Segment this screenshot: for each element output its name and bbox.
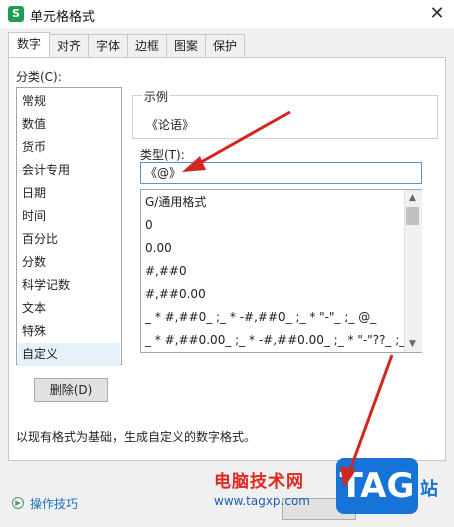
format-item[interactable]: 0.00 (145, 237, 172, 260)
tab-pattern[interactable]: 图案 (166, 34, 206, 57)
tab-alignment[interactable]: 对齐 (49, 34, 89, 57)
category-item-special[interactable]: 特殊 (18, 320, 120, 343)
close-icon[interactable]: ✕ (426, 3, 448, 25)
category-item-date[interactable]: 日期 (18, 182, 120, 205)
tag-logo: TAG (336, 458, 418, 514)
category-item-custom[interactable]: 自定义 (18, 343, 120, 366)
watermark-station: 站 (420, 479, 438, 500)
sample-value: 《论语》 (146, 118, 195, 132)
type-label: 类型(T): (140, 148, 185, 162)
format-item[interactable]: _ * #,##0_ ;_ * -#,##0_ ;_ * "-"_ ;_ @_ (145, 306, 376, 329)
category-list[interactable]: 常规 数值 货币 会计专用 日期 时间 百分比 分数 科学记数 文本 特殊 自定… (16, 87, 122, 366)
category-label: 分类(C): (16, 70, 62, 84)
category-item-text[interactable]: 文本 (18, 297, 120, 320)
category-item-scientific[interactable]: 科学记数 (18, 274, 120, 297)
category-item-currency[interactable]: 货币 (18, 136, 120, 159)
scroll-up-icon[interactable]: ▲ (404, 191, 421, 205)
format-item[interactable]: _ * #,##0.00_ ;_ * -#,##0.00_ ;_ * "-"??… (145, 329, 421, 352)
category-item-time[interactable]: 时间 (18, 205, 120, 228)
watermark-url: www.tagxp.com (214, 494, 310, 508)
category-item-number[interactable]: 数值 (18, 113, 120, 136)
format-item[interactable]: #,##0 (145, 260, 187, 283)
play-circle-icon[interactable]: ▶ (12, 497, 24, 509)
dialog-title: 单元格格式 (30, 10, 96, 25)
scroll-down-icon[interactable]: ▼ (404, 337, 421, 351)
help-link[interactable]: 操作技巧 (30, 495, 78, 512)
category-item-accounting[interactable]: 会计专用 (18, 159, 120, 182)
tab-border[interactable]: 边框 (127, 34, 167, 57)
format-item[interactable]: 0 (145, 214, 153, 237)
delete-button[interactable]: 删除(D) (34, 378, 108, 402)
sample-label: 示例 (142, 88, 171, 105)
format-item[interactable]: G/通用格式 (145, 191, 206, 214)
format-description: 以现有格式为基础，生成自定义的数字格式。 (16, 430, 257, 444)
format-item[interactable]: #,##0.00 (145, 283, 206, 306)
format-list[interactable]: G/通用格式 0 0.00 #,##0 #,##0.00 _ * #,##0_ … (140, 189, 422, 353)
tab-number[interactable]: 数字 (8, 32, 50, 57)
scroll-thumb[interactable] (406, 207, 419, 225)
type-input[interactable]: 《@》 (140, 162, 422, 184)
category-item-fraction[interactable]: 分数 (18, 251, 120, 274)
watermark-text: 电脑技术网 (214, 472, 304, 492)
category-item-percentage[interactable]: 百分比 (18, 228, 120, 251)
category-item-general[interactable]: 常规 (18, 90, 120, 113)
tab-font[interactable]: 字体 (88, 34, 128, 57)
app-icon: S (8, 6, 24, 22)
tab-protection[interactable]: 保护 (205, 34, 245, 57)
